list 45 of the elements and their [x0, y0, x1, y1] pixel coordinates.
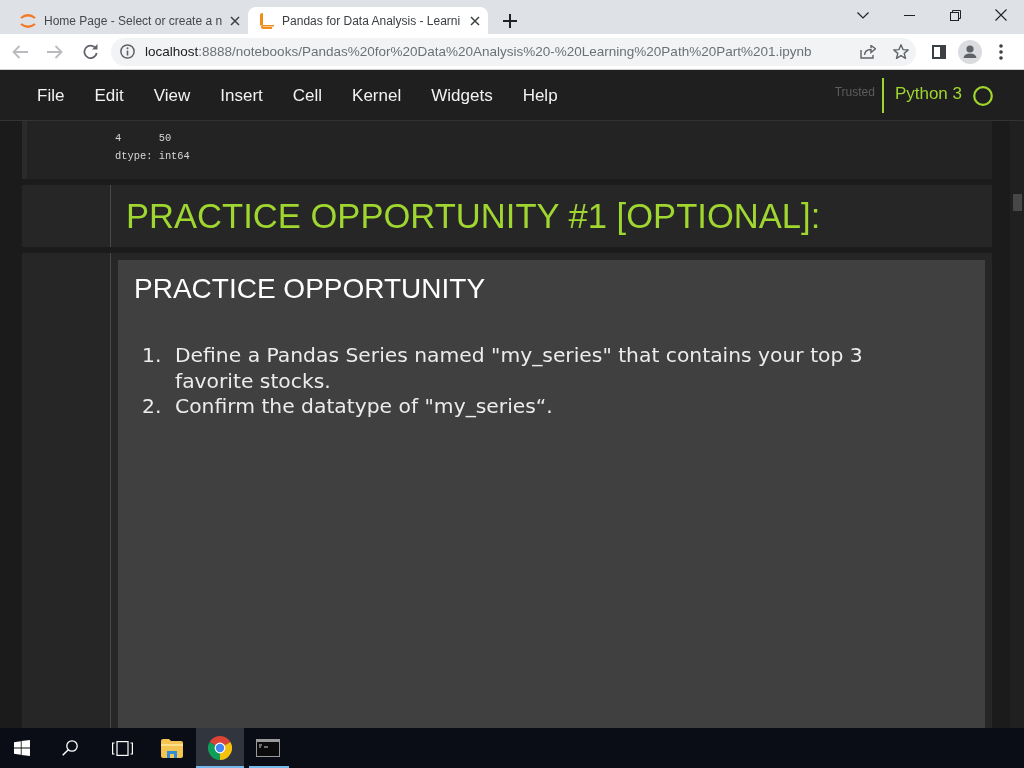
more-menu-icon[interactable]: [999, 43, 1003, 60]
ring-logo-icon: [208, 736, 232, 760]
window-frames-icon[interactable]: [111, 740, 133, 756]
share-icon[interactable]: [860, 44, 876, 59]
search-icon[interactable]: [62, 740, 78, 756]
scrollbar-thumb[interactable]: [1013, 194, 1022, 211]
menu-item[interactable]: File: [22, 80, 80, 112]
plus-icon[interactable]: [503, 13, 518, 28]
list-number: 1.: [141, 343, 163, 369]
side-panel-icon[interactable]: [932, 44, 946, 59]
cell-heading: PRACTICE OPPORTUNITY #1 [OPTIONAL]:: [126, 196, 822, 236]
menu-item[interactable]: Cell: [277, 80, 338, 112]
star-icon[interactable]: [893, 44, 909, 59]
menu-item[interactable]: Insert: [205, 80, 278, 112]
four-panes-icon[interactable]: [14, 740, 30, 756]
info-icon[interactable]: [120, 44, 135, 59]
folder-icon: [161, 738, 183, 758]
list-text: Confirm the datatype of "my_series“.: [175, 394, 553, 420]
close-icon[interactable]: [470, 15, 481, 26]
chevron-down-icon[interactable]: [857, 11, 869, 19]
close-icon[interactable]: [995, 9, 1007, 21]
terminal-icon: [256, 739, 280, 757]
kernel-name: Python 3: [894, 84, 962, 104]
browser-tab[interactable]: Home Page - Select or create a n: [8, 7, 249, 34]
browser-tab[interactable]: Pandas for Data Analysis - Learni: [248, 7, 489, 34]
minimize-icon[interactable]: [903, 14, 915, 16]
output-line: dtype: int64: [115, 149, 191, 164]
arcs-icon: [20, 13, 36, 28]
output-line: 4 50: [115, 131, 173, 146]
scrollbar[interactable]: [1010, 121, 1024, 728]
book-icon: [260, 12, 275, 29]
restore-icon[interactable]: [949, 9, 961, 21]
close-icon[interactable]: [230, 15, 241, 26]
taskbar-button[interactable]: [196, 728, 244, 768]
menu-item[interactable]: Kernel: [337, 80, 417, 112]
list-text: Define a Pandas Series named "my_series" that contains your top 3 favorite stocks.: [175, 343, 864, 394]
profile-icon[interactable]: [958, 39, 982, 64]
menu-item[interactable]: Help: [507, 80, 573, 112]
menu-item[interactable]: Edit: [79, 80, 139, 112]
menu-item[interactable]: View: [138, 80, 206, 112]
menu-item[interactable]: Widgets: [416, 80, 508, 112]
list-number: 2.: [141, 394, 163, 420]
reload-icon[interactable]: [82, 44, 98, 59]
box-title: PRACTICE OPPORTUNITY: [134, 272, 487, 306]
address-bar[interactable]: localhost:8888/notebooks/Pandas%20for%20Data%20Analysis%20-%20Learning%20Path%20Part%201.ipynb: [111, 37, 916, 66]
